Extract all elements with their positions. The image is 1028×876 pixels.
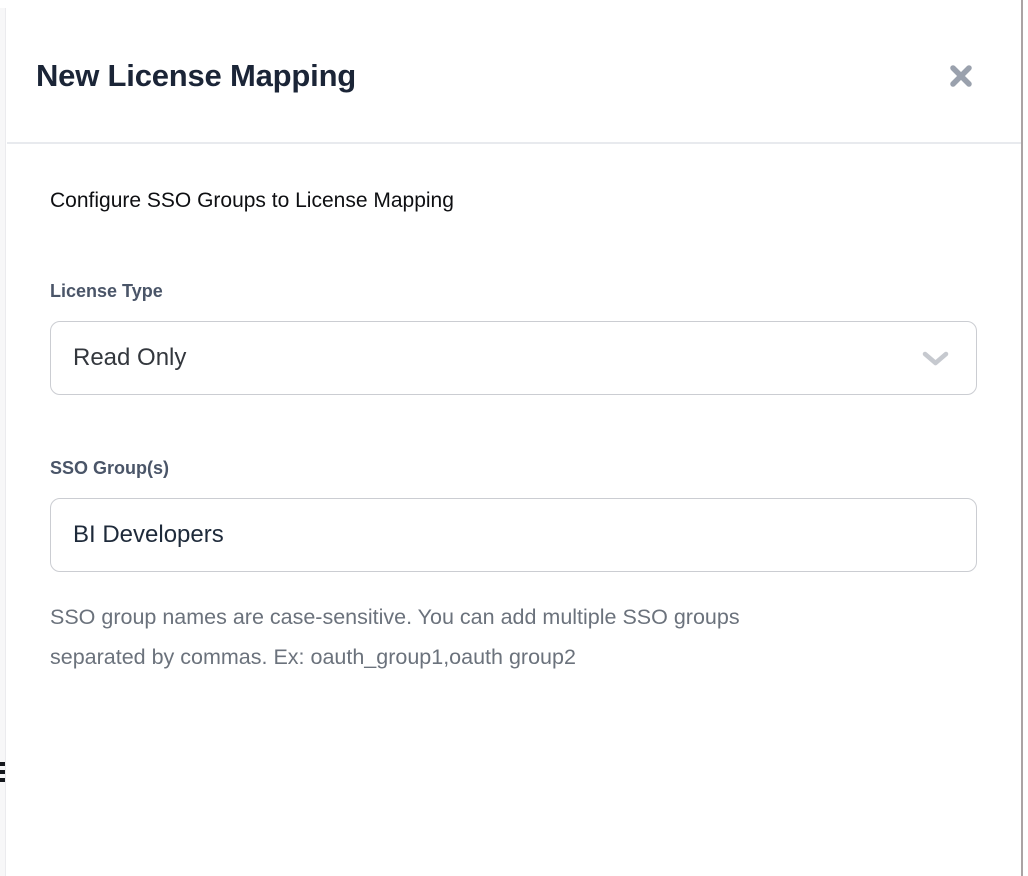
help-text-line: separated by commas. Ex: oauth_group1,oa…	[50, 637, 900, 677]
dialog-title: New License Mapping	[36, 58, 356, 94]
new-license-mapping-dialog: New License Mapping Configure SSO Groups…	[7, 0, 1021, 876]
background-page-left-edge	[0, 8, 6, 876]
background-page-right-edge	[1021, 0, 1023, 876]
close-icon	[947, 62, 975, 90]
help-text-line: SSO group names are case-sensitive. You …	[50, 597, 900, 637]
chevron-down-icon	[922, 351, 949, 367]
dialog-header: New License Mapping	[7, 0, 1021, 144]
license-type-select[interactable]: Read Only	[50, 321, 977, 395]
sso-groups-input[interactable]	[50, 498, 977, 572]
license-type-label: License Type	[50, 280, 1021, 302]
section-heading: Configure SSO Groups to License Mapping	[50, 187, 1021, 215]
dialog-body: Configure SSO Groups to License Mapping …	[7, 187, 1021, 677]
close-button[interactable]	[941, 56, 981, 96]
sso-groups-label: SSO Group(s)	[50, 457, 1021, 479]
page: New License Mapping Configure SSO Groups…	[0, 0, 1028, 876]
background-list-icon	[0, 762, 5, 786]
sso-groups-help-text: SSO group names are case-sensitive. You …	[50, 597, 900, 677]
license-type-selected-value: Read Only	[73, 344, 186, 372]
